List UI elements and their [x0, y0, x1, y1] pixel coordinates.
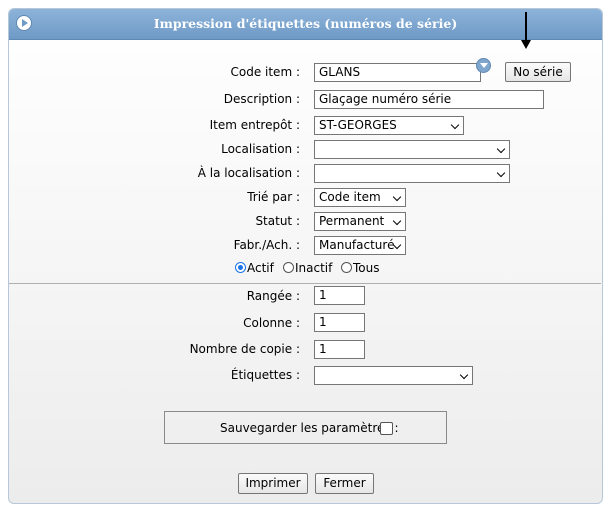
- item-entrepot-select[interactable]: ST-GEORGES: [314, 116, 464, 135]
- etiquettes-select[interactable]: [314, 366, 473, 385]
- nombre-copie-input[interactable]: 1: [314, 340, 365, 359]
- localisation-select[interactable]: [314, 140, 510, 159]
- fabr-ach-select[interactable]: Manufacturé: [314, 236, 406, 255]
- fabr-ach-label: Fabr./Ach. :: [233, 238, 300, 252]
- rangee-label: Rangée :: [246, 289, 300, 303]
- etiquettes-label: Étiquettes :: [230, 368, 300, 382]
- no-serie-button[interactable]: No série: [505, 62, 571, 82]
- save-params-checkbox[interactable]: [380, 422, 393, 435]
- statut-label: Statut :: [255, 214, 300, 228]
- radio-actif[interactable]: [235, 262, 246, 273]
- description-label: Description :: [223, 92, 300, 106]
- radio-inactif-label: Inactif: [295, 261, 333, 275]
- title-bar: Impression d'étiquettes (numéros de séri…: [9, 9, 602, 40]
- colonne-label: Colonne :: [243, 316, 300, 330]
- dialog-title: Impression d'étiquettes (numéros de séri…: [153, 16, 458, 31]
- item-entrepot-label: Item entrepôt :: [209, 118, 300, 132]
- code-item-input[interactable]: GLANS: [314, 63, 481, 82]
- down-arrow-icon: [525, 12, 527, 42]
- nombre-copie-label: Nombre de copie :: [189, 342, 300, 356]
- localisation-label: Localisation :: [221, 142, 300, 156]
- a-localisation-select[interactable]: [314, 164, 510, 183]
- rangee-input[interactable]: 1: [314, 286, 365, 305]
- save-params-box: Sauvegarder les paramètres :: [164, 411, 447, 444]
- print-button[interactable]: Imprimer: [238, 473, 308, 494]
- a-localisation-label: À la localisation :: [197, 166, 300, 180]
- radio-inactif[interactable]: [283, 262, 294, 273]
- trie-par-select[interactable]: Code item: [314, 188, 406, 207]
- radio-tous[interactable]: [341, 262, 352, 273]
- colonne-input[interactable]: 1: [314, 313, 365, 332]
- down-arrow-icon-head: [521, 40, 531, 49]
- trie-par-label: Trié par :: [247, 190, 300, 204]
- close-button[interactable]: Fermer: [315, 473, 374, 494]
- description-input[interactable]: Glaçage numéro série: [314, 90, 544, 109]
- radio-tous-label: Tous: [353, 261, 380, 275]
- statut-select[interactable]: Permanent: [314, 212, 406, 231]
- radio-actif-label: Actif: [247, 261, 274, 275]
- chevron-down-circle-icon[interactable]: [476, 58, 491, 73]
- save-params-label: Sauvegarder les paramètres :: [220, 421, 399, 435]
- code-item-label: Code item :: [230, 65, 300, 79]
- section-divider: [9, 283, 601, 284]
